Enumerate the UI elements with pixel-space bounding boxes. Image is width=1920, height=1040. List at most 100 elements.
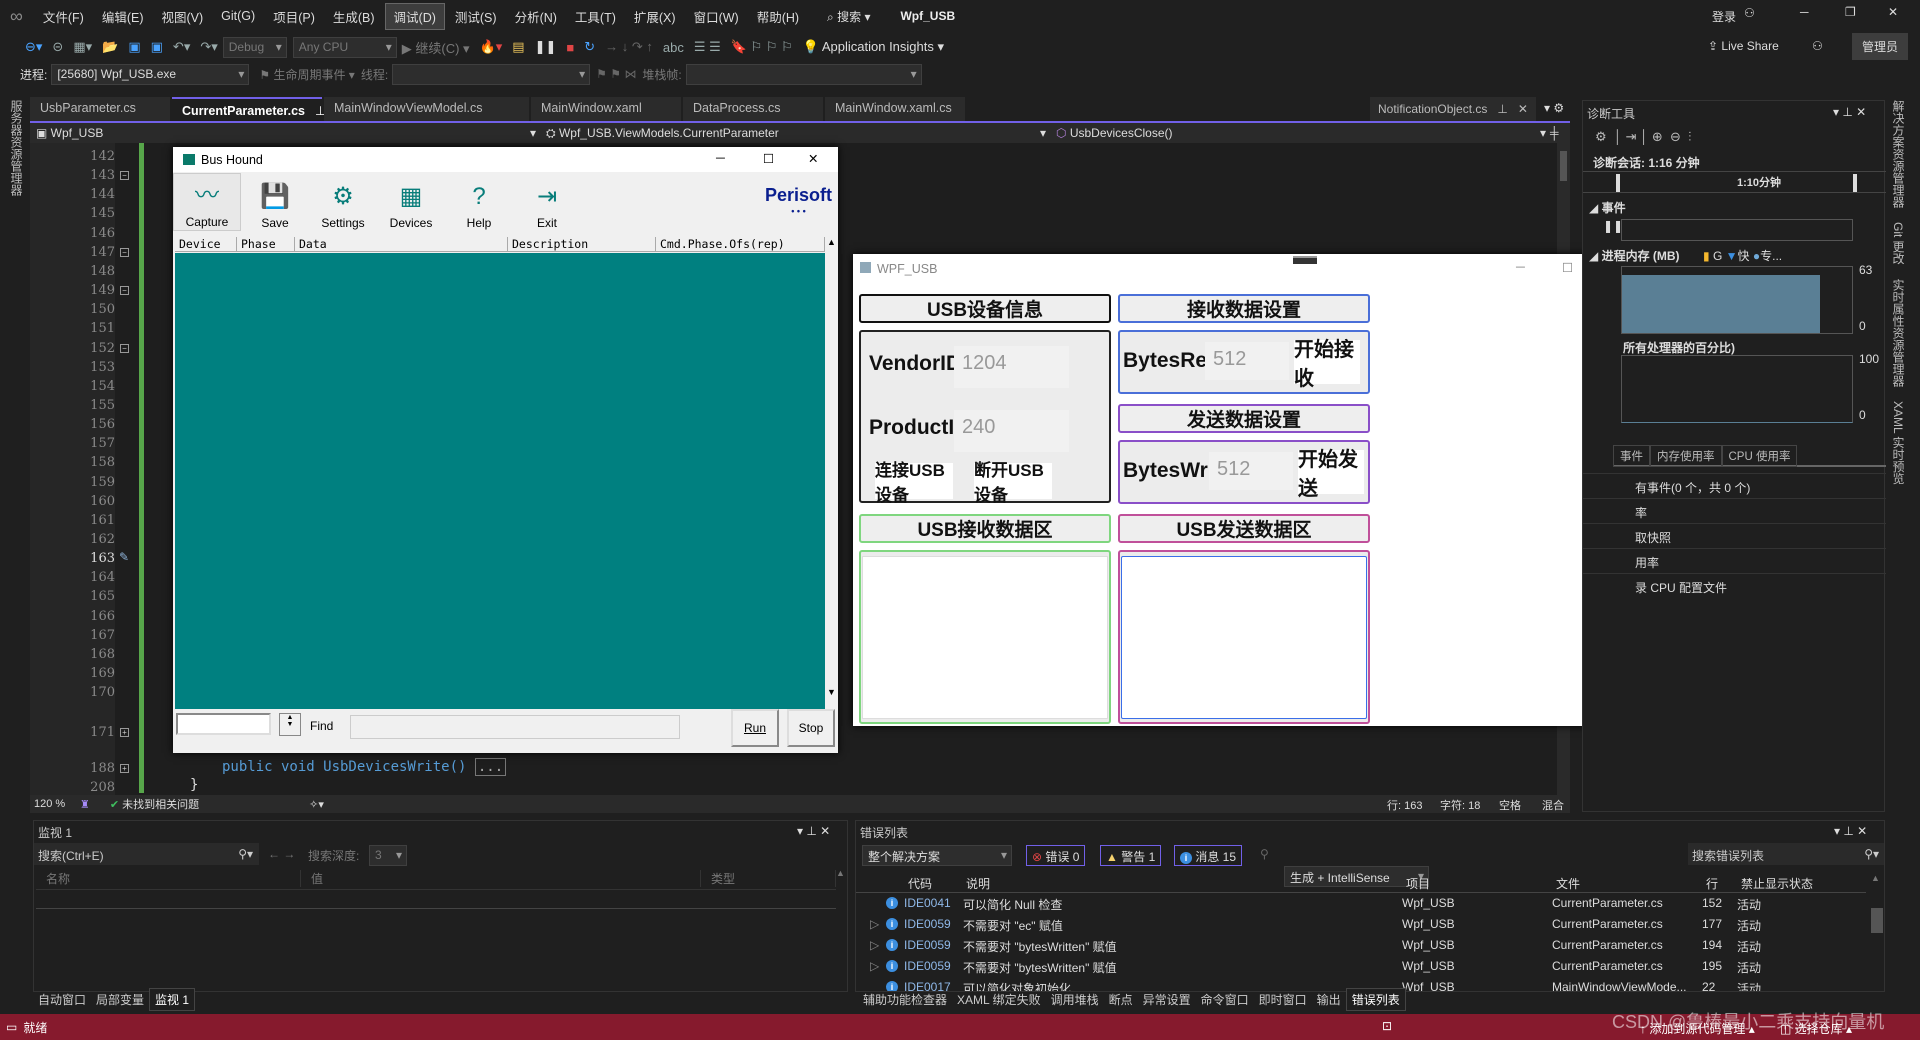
bottom-tab[interactable]: 即时窗口 <box>1254 989 1312 1010</box>
account-icon[interactable]: ⚇ <box>1744 6 1755 20</box>
find-count-input[interactable] <box>176 713 271 735</box>
diagnostics-row[interactable]: 录 CPU 配置文件 <box>1583 573 1886 598</box>
error-column-header[interactable]: 禁止显示状态 <box>1741 875 1813 892</box>
error-column-header[interactable]: 代码 <box>908 875 932 892</box>
tab-document[interactable]: UsbParameter.cs <box>30 97 170 121</box>
error-column-header[interactable]: 文件 <box>1556 875 1580 892</box>
wpf-minimize[interactable] <box>1293 256 1317 264</box>
stackframe-select[interactable] <box>685 63 922 85</box>
restore-button[interactable]: ❐ <box>1845 5 1856 19</box>
menu-item[interactable]: 文件(F) <box>35 4 92 29</box>
pause-icon[interactable]: ❚❚ <box>535 39 557 55</box>
thread-select[interactable] <box>392 63 591 85</box>
find-input[interactable] <box>350 715 680 739</box>
menu-item[interactable]: 窗口(W) <box>686 4 747 29</box>
side-tool-tab[interactable]: 实时属性资源管理器 <box>1890 279 1907 387</box>
watch-tab[interactable]: 自动窗口 <box>33 989 91 1010</box>
save-icon[interactable]: ▣ <box>128 39 140 55</box>
watch-search-input[interactable]: 搜索(Ctrl+E) ⚲▾ <box>34 843 259 865</box>
issues-status[interactable]: 未找到相关问题 <box>122 796 199 812</box>
split-icon[interactable]: ╪ <box>1550 126 1559 140</box>
menu-item[interactable]: 扩展(X) <box>626 4 684 29</box>
error-column-header[interactable]: 项目 <box>1406 875 1430 892</box>
expand-icon[interactable]: ▷ <box>870 959 879 973</box>
forward-icon[interactable]: ⊝ <box>52 39 63 55</box>
diagnostics-row[interactable]: 用率 <box>1583 548 1886 573</box>
zoom-select[interactable]: 120 % <box>30 798 80 810</box>
bytes-read-select[interactable]: 512 <box>1205 342 1289 380</box>
member-dropdown[interactable]: ⬡ UsbDevicesClose() ▾ <box>1050 126 1550 140</box>
bushound-save-button[interactable]: 💾 Save <box>241 175 309 230</box>
menu-item[interactable]: 分析(N) <box>507 4 565 29</box>
scope-select[interactable]: 整个解决方案 <box>862 845 1012 866</box>
collapsed-region[interactable]: ... <box>474 758 507 776</box>
spell-check-icon[interactable]: abc <box>663 40 684 55</box>
column-header[interactable]: Phase <box>237 236 295 252</box>
bushound-close[interactable]: ✕ <box>808 151 818 166</box>
diagnostics-tab[interactable]: CPU 使用率 <box>1721 445 1798 467</box>
fold-toggle-icon[interactable]: − <box>120 171 129 181</box>
fold-toggle-icon[interactable]: + <box>120 764 129 773</box>
search-depth-select[interactable]: 3 <box>369 845 407 866</box>
breakpoint-icon[interactable]: ✎ <box>119 550 129 564</box>
platform-select[interactable]: Any CPU <box>292 36 397 58</box>
menu-item[interactable]: 帮助(H) <box>749 4 807 29</box>
recv-data-textbox[interactable] <box>862 556 1108 719</box>
error-column-header[interactable]: 行 <box>1706 875 1718 892</box>
bottom-tab[interactable]: XAML 绑定失败 <box>952 989 1046 1010</box>
char-indicator[interactable]: 字符: 18 <box>1440 797 1480 813</box>
bottom-tab[interactable]: 输出 <box>1312 989 1346 1010</box>
start-receive-button[interactable]: 开始接收 <box>1294 339 1360 390</box>
stop-icon[interactable]: ■ <box>566 40 574 55</box>
process-select[interactable]: [25680] Wpf_USB.exe <box>51 63 250 85</box>
watch-tab[interactable]: 局部变量 <box>91 989 149 1010</box>
menu-item[interactable]: 调试(D) <box>384 2 445 30</box>
capture-list[interactable] <box>175 253 825 709</box>
new-project-icon[interactable]: ▦▾ <box>73 39 92 55</box>
diag-toolbar-icons[interactable]: ⚙ │ ⇥ │ ⊕ ⊖ ⫶ <box>1595 129 1691 145</box>
feedback-icon[interactable]: ⚇ <box>1812 39 1823 53</box>
bottom-tab[interactable]: 辅助功能检查器 <box>858 989 952 1010</box>
tab-close-icon[interactable]: ✕ <box>1518 102 1528 116</box>
menu-item[interactable]: 编辑(E) <box>94 4 152 29</box>
side-tool-tab[interactable]: Git 更改 <box>1890 222 1907 265</box>
whitespace-indicator[interactable]: 空格 <box>1499 797 1521 813</box>
project-dropdown[interactable]: ▣ Wpf_USB ▾ <box>30 126 540 140</box>
expand-icon[interactable]: ▷ <box>870 917 879 931</box>
product-id-select[interactable]: 240 <box>954 410 1069 452</box>
menu-item[interactable]: 项目(P) <box>265 4 323 29</box>
undo-icon[interactable]: ↶▾ <box>173 39 190 55</box>
bushound-exit-button[interactable]: ⇥ Exit <box>513 175 581 230</box>
comment-icon[interactable]: ☰ ☰ <box>694 39 721 55</box>
tab-document[interactable]: MainWindow.xaml <box>531 97 681 121</box>
save-all-icon[interactable]: ▣ <box>151 39 163 55</box>
diagnostics-tab[interactable]: 事件 <box>1613 445 1650 467</box>
watch-column-header[interactable]: 值 <box>301 870 701 887</box>
connect-usb-button[interactable]: 连接USB设备 <box>875 461 953 505</box>
diagnostics-row[interactable]: 有事件(0 个，共 0 个) <box>1583 473 1886 498</box>
lifecycle-events[interactable]: ⚑ 生命周期事件 ▾ <box>259 66 354 83</box>
pin-icon[interactable]: ⊥ <box>1497 102 1507 116</box>
tab-document[interactable]: MainWindowViewModel.cs <box>324 97 529 121</box>
minimize-button[interactable]: ─ <box>1800 5 1809 19</box>
notification-icon[interactable]: ▭ <box>6 1020 17 1034</box>
pinned-tab[interactable]: NotificationObject.cs ⊥ ✕ <box>1370 97 1536 121</box>
bottom-tab[interactable]: 命令窗口 <box>1196 989 1254 1010</box>
warnings-filter[interactable]: ▲ 警告 1 <box>1100 845 1162 866</box>
diagnostics-tab[interactable]: 内存使用率 <box>1650 445 1722 467</box>
send-data-textbox[interactable] <box>1121 556 1367 719</box>
eol-indicator[interactable]: 混合 <box>1542 797 1564 813</box>
bytes-write-select[interactable]: 512 <box>1209 452 1293 490</box>
column-header[interactable]: Data <box>295 236 508 252</box>
bottom-tab[interactable]: 调用堆栈 <box>1046 989 1104 1010</box>
bushound-help-button[interactable]: ? Help <box>445 175 513 230</box>
diagnostics-panel-controls[interactable]: ▾ ⊥ ✕ <box>1833 105 1866 119</box>
error-list-controls[interactable]: ▾ ⊥ ✕ <box>1834 824 1867 838</box>
continue-button[interactable]: ▶ 继续(C) ▾ <box>402 38 470 57</box>
error-search-input[interactable]: 搜索错误列表 ⚲▾ <box>1688 843 1884 865</box>
events-section[interactable]: ◢ 事件 <box>1589 199 1626 216</box>
bottom-tab[interactable]: 异常设置 <box>1138 989 1196 1010</box>
bushound-minimize[interactable]: ─ <box>716 151 725 165</box>
app-insights-button[interactable]: 💡 Application Insights ▾ <box>803 39 944 55</box>
open-icon[interactable]: 📂 <box>102 39 118 55</box>
